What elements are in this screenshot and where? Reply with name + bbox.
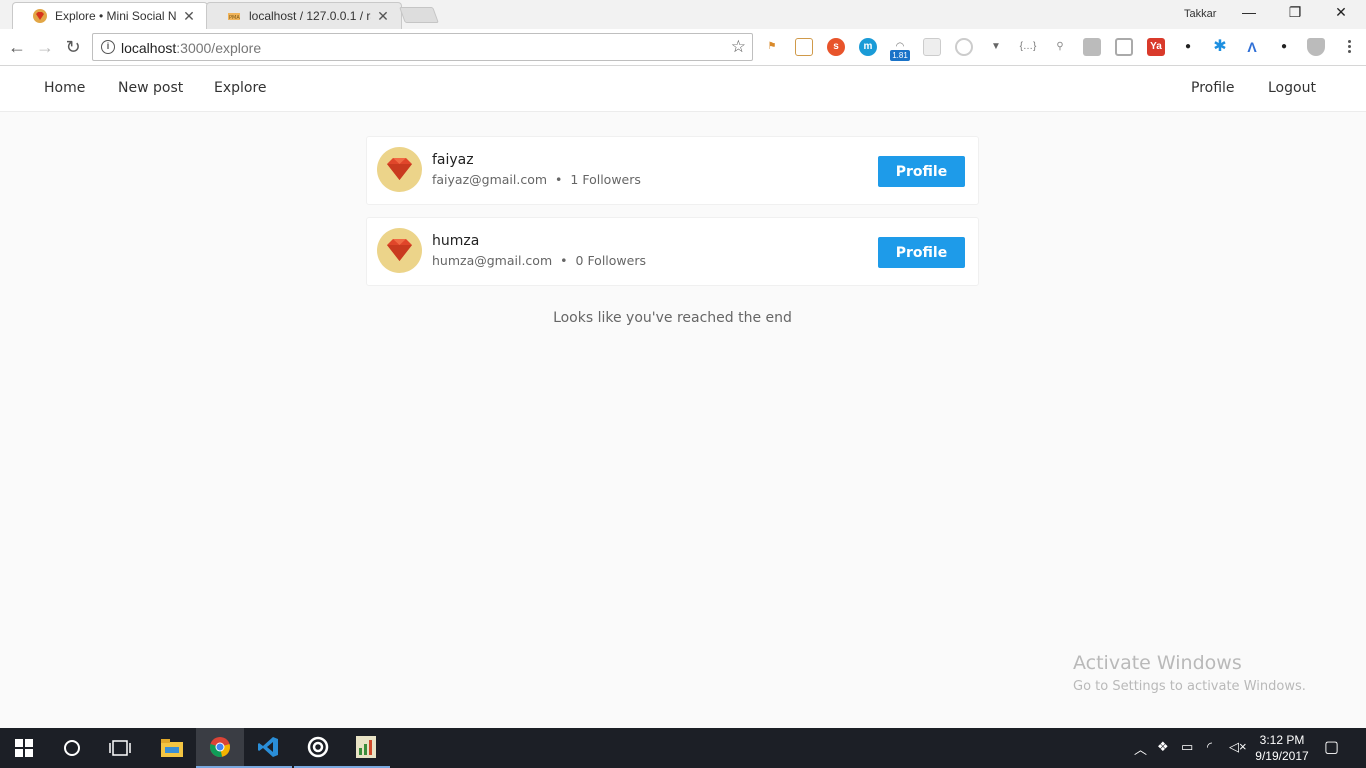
svg-text:PMA: PMA [229, 15, 240, 21]
window-close-icon[interactable]: ✕ [1318, 4, 1364, 24]
task-view-icon[interactable] [96, 728, 144, 768]
extension-badge: 1.81 [890, 50, 910, 61]
user-card: humza humza@gmail.com • 0 Followers Profil… [366, 217, 979, 286]
reload-icon[interactable]: ↻ [62, 37, 84, 59]
tab-title: Explore • Mini Social Net [55, 9, 177, 23]
dropbox-icon[interactable]: ❖ [1157, 739, 1169, 755]
extension-asterisk-icon[interactable]: ✱ [1211, 38, 1229, 56]
extension-flag-icon[interactable]: ⚑ [763, 38, 781, 56]
extension-ya-icon[interactable]: Ya [1147, 38, 1165, 56]
user-email: faiyaz@gmail.com [432, 172, 548, 187]
action-center-icon[interactable]: ▢ [1324, 737, 1339, 757]
user-card: faiyaz faiyaz@gmail.com • 1 Followers Prof… [366, 136, 979, 205]
browser-toolbar: ← → ↻ i localhost:3000/explore ☆ ⚑ s m ◠… [0, 29, 1366, 66]
clock-date: 9/19/2017 [1255, 749, 1309, 763]
search-cortana-icon[interactable] [48, 728, 96, 768]
minimize-icon[interactable]: — [1226, 4, 1272, 24]
forward-arrow-icon[interactable]: → [34, 37, 56, 59]
avatar [377, 147, 422, 192]
watermark-subtitle: Go to Settings to activate Windows. [1073, 679, 1306, 694]
user-email: humza@gmail.com [432, 253, 553, 268]
tray-chevron-up-icon[interactable]: ︿ [1134, 739, 1147, 758]
browser-tab-explore[interactable]: Explore • Mini Social Net ✕ [12, 2, 208, 29]
url-text[interactable]: localhost:3000/explore [121, 40, 261, 56]
taskbar-clock[interactable]: 3:12 PM 9/19/2017 [1250, 732, 1314, 764]
activate-windows-watermark: Activate Windows Go to Settings to activ… [1073, 652, 1306, 694]
nav-profile-link[interactable]: Profile [1191, 80, 1235, 96]
nav-logout-link[interactable]: Logout [1268, 80, 1316, 96]
user-meta: faiyaz@gmail.com • 1 Followers [432, 172, 641, 187]
url-path: :3000/explore [176, 40, 262, 56]
volume-muted-icon[interactable]: ◁× [1229, 739, 1247, 755]
chrome-icon[interactable] [196, 728, 244, 768]
app-target-icon[interactable] [294, 728, 342, 768]
user-followers: 1 Followers [570, 172, 641, 187]
back-arrow-icon[interactable]: ← [6, 37, 28, 59]
ruby-favicon-icon [33, 9, 47, 23]
clock-time: 3:12 PM [1259, 733, 1305, 747]
restore-icon[interactable]: ❐ [1272, 4, 1318, 24]
profile-button[interactable]: Profile [878, 156, 965, 187]
address-bar[interactable]: i localhost:3000/explore ☆ [92, 33, 753, 61]
github-icon-2[interactable]: ● [1275, 38, 1293, 56]
site-info-icon[interactable]: i [101, 40, 115, 54]
browser-tab-phpmyadmin[interactable]: PMA localhost / 127.0.0.1 / rai ✕ [206, 2, 402, 29]
new-tab-button[interactable] [399, 7, 439, 23]
nav-explore-link[interactable]: Explore [214, 80, 267, 96]
app-navbar: Home New post Explore Profile Logout [0, 66, 1366, 112]
phpmyadmin-favicon-icon: PMA [228, 13, 240, 21]
extension-grid-icon[interactable] [923, 38, 941, 56]
avatar [377, 228, 422, 273]
ruby-gem-icon [387, 239, 412, 261]
vscode-icon[interactable] [244, 728, 292, 768]
separator-dot: • [560, 253, 568, 268]
battery-icon[interactable]: ▭ [1181, 739, 1193, 755]
nav-new-post-link[interactable]: New post [118, 80, 183, 96]
bookmark-star-icon[interactable]: ☆ [731, 37, 746, 57]
browser-tab-strip: Explore • Mini Social Net ✕ PMA localhos… [0, 0, 1366, 29]
user-name: faiyaz [432, 152, 474, 168]
extension-ring-icon[interactable] [955, 38, 973, 56]
ruby-gem-icon [387, 158, 412, 180]
url-host: localhost [121, 40, 177, 56]
shield-icon[interactable] [1307, 38, 1325, 56]
extension-json-icon[interactable]: {…} [1019, 38, 1037, 56]
window-user-label[interactable]: Takkar [1184, 8, 1216, 20]
browser-menu-icon[interactable] [1344, 38, 1354, 58]
extension-window-icon[interactable] [795, 38, 813, 56]
tab-title: localhost / 127.0.0.1 / rai [249, 9, 371, 23]
separator-dot: • [555, 172, 563, 187]
watermark-title: Activate Windows [1073, 652, 1242, 674]
user-followers: 0 Followers [575, 253, 646, 268]
windows-taskbar: ︿ ❖ ▭ ◜ ◁× 3:12 PM 9/19/2017 ▢ [0, 728, 1366, 768]
tab-close-icon[interactable]: ✕ [181, 8, 197, 25]
tab-close-icon[interactable]: ✕ [375, 8, 391, 25]
nav-home-link[interactable]: Home [44, 80, 85, 96]
end-of-list-message: Looks like you've reached the end [553, 310, 792, 326]
github-icon[interactable]: ● [1179, 38, 1197, 56]
extension-square-icon[interactable] [1115, 38, 1133, 56]
wifi-icon[interactable]: ◜ [1207, 739, 1212, 755]
user-name: humza [432, 233, 480, 249]
extension-search-icon[interactable]: ⚲ [1051, 38, 1069, 56]
app-chart-icon[interactable] [342, 728, 390, 768]
user-meta: humza@gmail.com • 0 Followers [432, 253, 646, 268]
file-explorer-icon[interactable] [148, 728, 196, 768]
extension-v-icon[interactable]: ▼ [987, 38, 1005, 56]
extension-m-icon[interactable]: m [859, 38, 877, 56]
extension-gray-icon[interactable] [1083, 38, 1101, 56]
extension-lambda-icon[interactable]: Λ [1243, 38, 1261, 56]
extension-swirl-icon[interactable]: s [827, 38, 845, 56]
profile-button[interactable]: Profile [878, 237, 965, 268]
start-windows-icon[interactable] [0, 728, 48, 768]
